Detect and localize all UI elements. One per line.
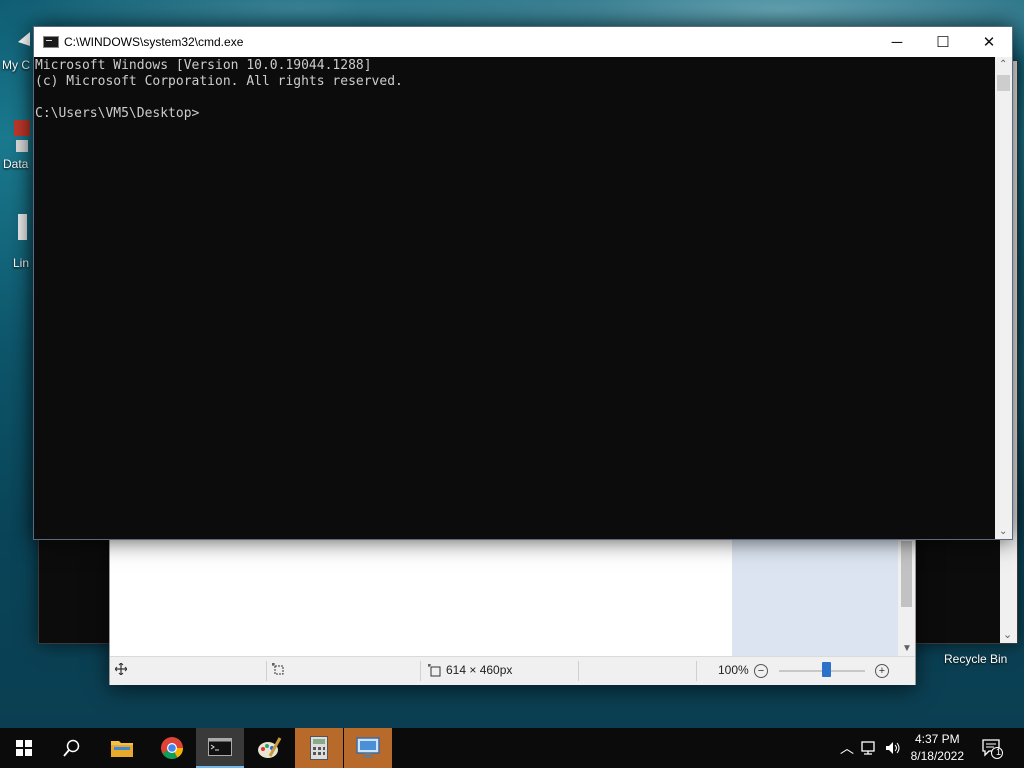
start-button[interactable] [0,728,48,768]
console-prompt[interactable]: C:\Users\VM5\Desktop> [35,106,995,122]
zoom-out-button[interactable]: − [754,664,768,678]
recycle-bin-label[interactable]: Recycle Bin [944,652,1007,666]
console-line: (c) Microsoft Corporation. All rights re… [35,74,403,89]
console-line: Microsoft Windows [Version 10.0.19044.12… [35,58,372,73]
maximize-icon: ☐ [936,34,950,51]
console-output[interactable]: Microsoft Windows [Version 10.0.19044.12… [34,57,995,539]
taskbar-app-paint[interactable] [245,728,293,768]
database-icon[interactable] [12,118,32,159]
cmd-icon [43,36,59,48]
remote-desktop-icon [356,737,380,758]
desktop-icon-label: Lin [13,256,30,270]
taskbar-app-calculator[interactable] [295,728,343,768]
chrome-icon [161,737,183,759]
file-explorer-icon [111,741,133,757]
scroll-down-arrow-icon[interactable]: ⌄ [999,526,1007,537]
paint-icon [258,737,282,758]
cmd-icon [208,738,232,756]
scroll-down-arrow-icon[interactable]: ⌄ [1003,628,1012,641]
desktop-icon-label: Data [3,157,29,171]
taskbar-app-chrome[interactable] [148,728,196,768]
document-icon[interactable] [17,212,29,247]
cursor-position-icon [115,663,127,675]
taskbar-clock[interactable]: 4:37 PM 8/18/2022 [911,731,964,765]
selection-size-icon [272,663,290,676]
maximize-button[interactable]: ☐ [920,27,966,57]
search-icon [63,739,80,757]
cmd-window[interactable]: C:\WINDOWS\system32\cmd.exe ─ ☐ ✕ Micros… [33,26,1013,540]
taskbar-app-cmd[interactable] [196,728,244,768]
title-bar[interactable]: C:\WINDOWS\system32\cmd.exe ─ ☐ ✕ [34,27,1012,57]
image-size-icon [428,663,441,676]
zoom-in-button[interactable]: + [875,664,889,678]
clock-time: 4:37 PM [914,732,960,746]
status-bar: 614 × 460px 100% − + [110,656,915,685]
desktop-icon-label: My C [2,58,30,72]
shortcut-arrow-icon [18,32,30,46]
close-icon: ✕ [982,34,996,51]
minimize-button[interactable]: ─ [874,27,920,57]
taskbar: ︿ 4:37 PM 8/18/2022 1 [0,728,1024,768]
scrollbar-thumb[interactable] [901,541,912,607]
minimize-icon: ─ [891,33,903,51]
windows-logo-icon [16,740,32,756]
taskbar-app-file-explorer[interactable] [98,728,146,768]
zoom-percent: 100% [718,663,749,677]
scroll-up-arrow-icon[interactable]: ⌃ [999,59,1007,70]
scrollbar-thumb[interactable] [997,75,1010,91]
image-size-text: 614 × 460px [446,663,513,677]
close-button[interactable]: ✕ [966,27,1012,57]
vertical-scrollbar[interactable]: ⌃ ⌄ [995,57,1012,539]
window-title: C:\WINDOWS\system32\cmd.exe [64,35,244,49]
network-icon[interactable] [860,740,878,756]
chevron-up-icon[interactable]: ︿ [838,738,856,758]
zoom-slider-thumb[interactable] [821,662,831,677]
system-tray: ︿ [838,728,902,768]
action-center-button[interactable]: 1 [972,728,1012,768]
clock-date: 8/18/2022 [910,749,964,763]
calculator-icon [310,736,328,760]
taskbar-app-remote-desktop[interactable] [344,728,392,768]
scroll-down-arrow-icon[interactable]: ▼ [902,643,912,654]
speaker-icon[interactable] [884,740,902,756]
search-button[interactable] [48,728,96,768]
desktop-icon-my-computer[interactable] [16,12,32,48]
image-size-item: 614 × 460px [428,663,512,677]
notification-count: 1 [996,747,1002,757]
